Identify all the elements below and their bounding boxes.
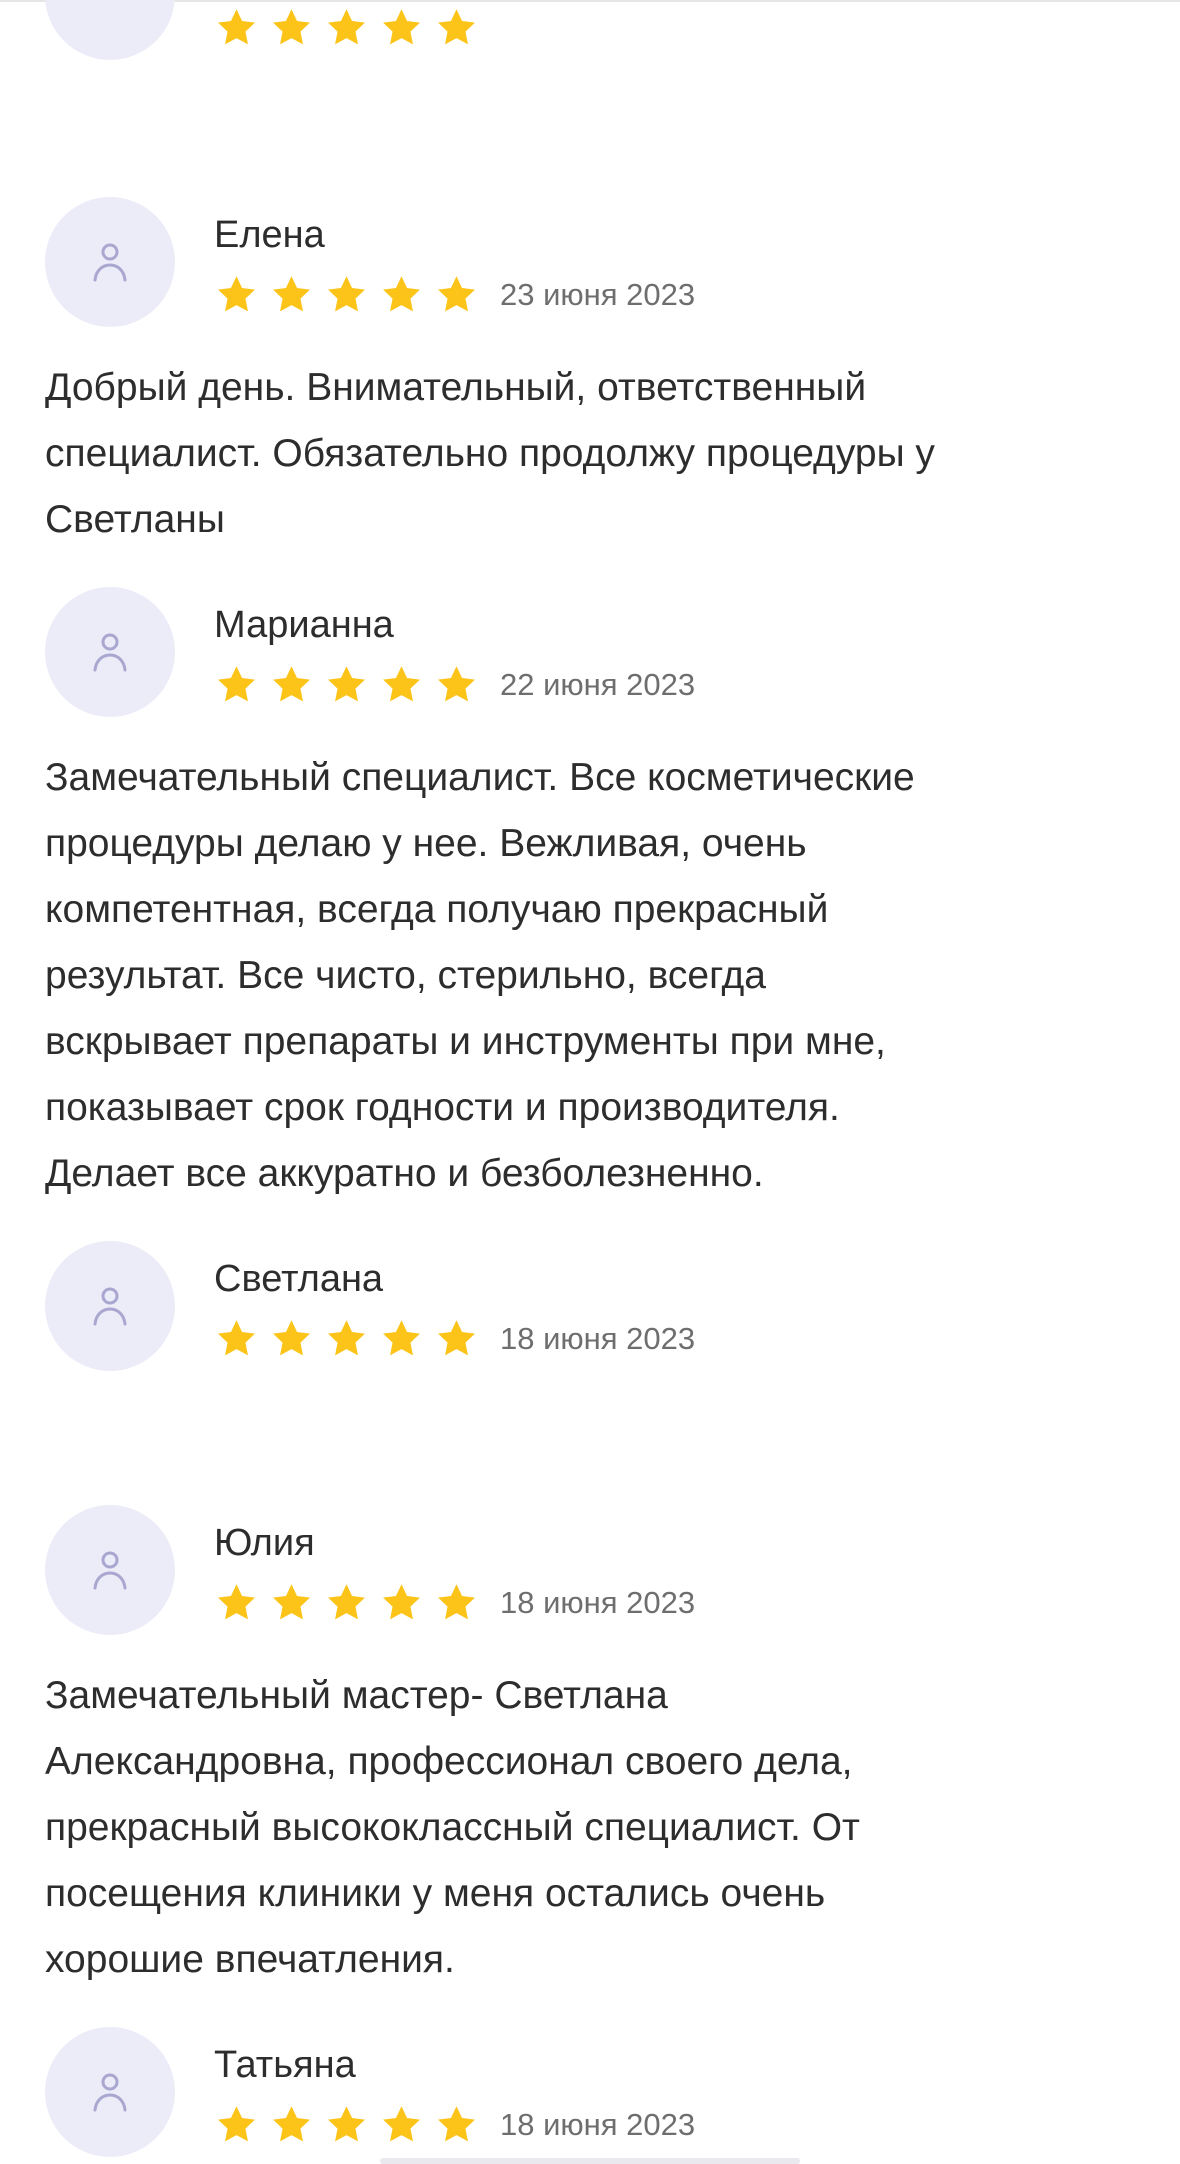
review-text: Замечательный мастер- Светлана Александр… <box>45 1674 860 1981</box>
star-icon <box>273 9 310 45</box>
rating-stars <box>214 2103 479 2147</box>
scroll-indicator <box>380 2158 800 2164</box>
reviewer-name: Светлана <box>214 1258 384 1300</box>
rating-stars <box>214 1581 479 1625</box>
avatar <box>45 0 175 60</box>
star-icon <box>328 276 365 312</box>
reviewer-name: Татьяна <box>214 2044 356 2086</box>
user-icon <box>93 1551 127 1590</box>
review-date: 18 июня 2023 <box>500 1321 696 1356</box>
reviewer-name: Марианна <box>214 604 394 646</box>
star-icon <box>383 666 420 702</box>
star-icon <box>273 276 310 312</box>
avatar <box>45 197 175 327</box>
partial-review-above <box>0 0 1180 62</box>
star-icon <box>383 2106 420 2142</box>
star-icon <box>218 2106 255 2142</box>
star-icon <box>218 9 255 45</box>
star-icon <box>218 1584 255 1620</box>
star-icon <box>438 9 475 45</box>
star-icon <box>328 666 365 702</box>
star-icon <box>383 9 420 45</box>
star-icon <box>273 666 310 702</box>
avatar <box>45 1241 175 1371</box>
star-icon <box>328 9 365 45</box>
review-date: 23 июня 2023 <box>500 277 696 312</box>
rating-stars <box>214 6 479 50</box>
star-icon <box>328 1584 365 1620</box>
user-icon <box>93 2073 127 2112</box>
star-icon <box>218 1320 255 1356</box>
rating-stars <box>214 663 479 707</box>
avatar <box>45 587 175 717</box>
star-icon <box>218 276 255 312</box>
avatar <box>45 2027 175 2157</box>
star-icon <box>328 1320 365 1356</box>
star-icon <box>383 276 420 312</box>
user-icon <box>93 1287 127 1326</box>
avatar <box>45 1505 175 1635</box>
star-icon <box>218 666 255 702</box>
reviewer-name: Елена <box>214 214 325 256</box>
user-icon <box>93 633 127 672</box>
star-icon <box>438 1320 475 1356</box>
star-icon <box>273 1584 310 1620</box>
review-date: 22 июня 2023 <box>500 667 696 702</box>
star-icon <box>438 1584 475 1620</box>
user-icon <box>93 243 127 282</box>
star-icon <box>383 1584 420 1620</box>
star-icon <box>273 1320 310 1356</box>
review-date: 18 июня 2023 <box>500 2107 696 2142</box>
star-icon <box>273 2106 310 2142</box>
star-icon <box>383 1320 420 1356</box>
star-icon <box>438 2106 475 2142</box>
review-text: Замечательный специалист. Все косметичес… <box>45 756 915 1195</box>
review-date: 18 июня 2023 <box>500 1585 696 1620</box>
rating-stars <box>214 1317 479 1361</box>
star-icon <box>438 276 475 312</box>
rating-stars <box>214 273 479 317</box>
review-text: Добрый день. Внимательный, ответственный… <box>45 366 935 541</box>
star-icon <box>438 666 475 702</box>
star-icon <box>328 2106 365 2142</box>
reviewer-name: Юлия <box>214 1522 315 1564</box>
